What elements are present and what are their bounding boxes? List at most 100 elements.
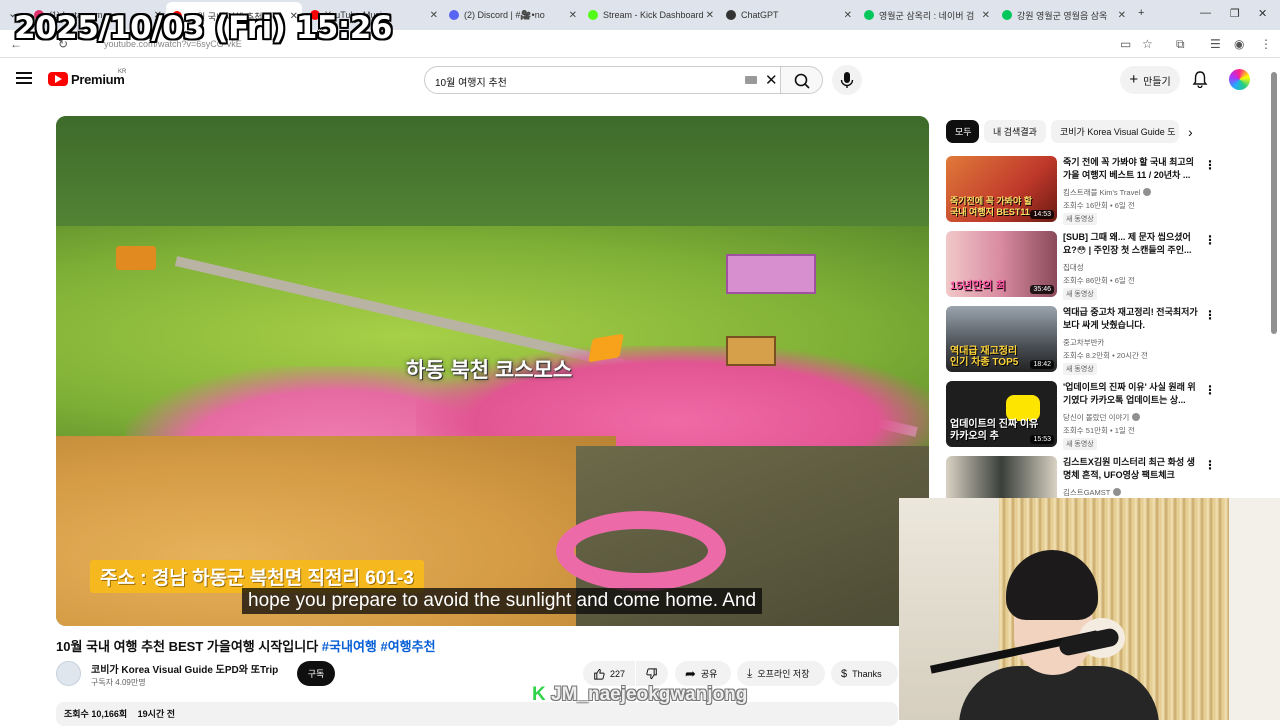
close-icon[interactable]: ✕: [569, 10, 577, 21]
more-options-icon[interactable]: ⋮: [1204, 158, 1216, 172]
video-scene-excavator: [116, 246, 156, 270]
thanks-button[interactable]: $ Thanks: [831, 661, 898, 686]
profile-icon[interactable]: ◉: [1234, 37, 1244, 51]
recommended-channel[interactable]: 김스트GAMST: [1063, 487, 1122, 498]
more-options-icon[interactable]: ⋮: [1204, 308, 1216, 322]
recommended-channel[interactable]: 집대성: [1063, 262, 1084, 273]
close-icon[interactable]: ✕: [1118, 10, 1126, 21]
more-options-icon[interactable]: ⋮: [1204, 233, 1216, 247]
chip-all[interactable]: 모두: [946, 120, 979, 143]
subscriber-count: 구독자 4.09만명: [91, 678, 146, 687]
account-avatar[interactable]: [1229, 69, 1250, 90]
download-button[interactable]: ⤓ 오프라인 저장: [737, 661, 825, 686]
video-scene-building: [726, 254, 816, 294]
search-query[interactable]: 10월 여행지 추천: [435, 74, 507, 89]
cast-icon[interactable]: ▭: [1120, 37, 1131, 51]
video-thumbnail[interactable]: 역대급 재고정리 인기 차종 TOP5 18:42: [946, 306, 1057, 372]
recommended-title[interactable]: 죽기 전에 꼭 가봐야 할 국내 최고의 가을 여행지 베스트 11 / 20년…: [1063, 156, 1201, 182]
channel-avatar[interactable]: [56, 661, 81, 686]
close-icon[interactable]: ✕: [844, 10, 852, 21]
country-code: KR: [118, 69, 127, 75]
subscribe-button[interactable]: 구독: [297, 661, 335, 686]
video-thumbnail[interactable]: 15년만의 최 35:46: [946, 231, 1057, 297]
close-icon[interactable]: ✕: [430, 10, 438, 21]
kakao-logo-icon: [1006, 395, 1040, 421]
recommended-title[interactable]: [SUB] 그때 왜... 제 문자 씹으셨어요?😳 | 주인장 첫 스캔들의 …: [1063, 231, 1201, 257]
chip-my-searches[interactable]: 내 검색결과: [984, 120, 1046, 143]
share-label: 공유: [700, 669, 718, 679]
reading-list-icon[interactable]: ☰: [1210, 37, 1221, 51]
tab-naver-1[interactable]: 영월군 삼옥리 : 네이버 검 ✕: [858, 4, 994, 26]
tab-chatgpt[interactable]: ChatGPT ✕: [720, 4, 856, 26]
recommended-title[interactable]: 역대급 중고차 재고정리! 전국최저가보다 싸게 낫췄습니다.: [1063, 306, 1201, 332]
window-close-icon[interactable]: ✕: [1258, 7, 1267, 20]
menu-icon[interactable]: [16, 72, 32, 87]
recommended-video[interactable]: 업데이트의 진짜 이유 카카오의 추 15:53 '업데이트의 진짜 이유' 사…: [946, 381, 1272, 450]
tab-kick[interactable]: Stream - Kick Dashboard ✕: [582, 4, 718, 26]
verified-icon: [1113, 488, 1122, 496]
minimize-icon[interactable]: —: [1200, 7, 1211, 19]
more-options-icon[interactable]: ⋮: [1204, 383, 1216, 397]
video-player[interactable]: 하동 북천 코스모스 주소 : 경남 하동군 북천면 직전리 601-3 hop…: [56, 116, 929, 626]
thanks-label: Thanks: [852, 668, 882, 679]
video-thumbnail[interactable]: [946, 456, 1057, 498]
clear-search-icon[interactable]: ✕: [765, 71, 778, 89]
close-icon[interactable]: ✕: [706, 10, 714, 21]
new-video-badge: 새 동영상: [1063, 213, 1097, 225]
recommended-video[interactable]: 김스트X김원 미스터리 최근 화성 생명체 흔적, UFO영상 팩트체크 김스트…: [946, 456, 1272, 498]
keyboard-icon[interactable]: [745, 76, 757, 84]
video-thumbnail[interactable]: 죽기전에 꼭 가봐야 할 국내 여행지 BEST11 14:53: [946, 156, 1057, 222]
recommended-meta: 조회수 16만회 • 6일 전: [1063, 201, 1135, 210]
stream-timestamp-overlay: 2025/10/03 (Fri) 15:26: [14, 10, 392, 46]
bookmark-star-icon[interactable]: ☆: [1142, 37, 1153, 51]
close-icon[interactable]: ✕: [982, 10, 990, 21]
more-options-icon[interactable]: ⋮: [1204, 458, 1216, 472]
download-icon: ⤓: [747, 666, 753, 680]
video-place-caption: 하동 북천 코스모스: [406, 359, 573, 382]
chip-channel[interactable]: 코비가 Korea Visual Guide 도: [1051, 120, 1179, 143]
video-thumbnail[interactable]: 업데이트의 진짜 이유 카카오의 추 15:53: [946, 381, 1057, 447]
recommended-channel[interactable]: 중고차부반카: [1063, 337, 1104, 348]
browser-menu-icon[interactable]: ⋮: [1260, 37, 1272, 51]
video-hashtags[interactable]: #국내여행 #여행추천: [322, 639, 436, 654]
video-duration: 35:46: [1030, 285, 1054, 294]
create-label: 만들기: [1143, 76, 1171, 88]
tab-label: 영월군 삼옥리 : 네이버 검: [879, 10, 975, 21]
channel-name[interactable]: 코비가 Korea Visual Guide 도PD와 또Trip: [91, 661, 278, 676]
youtube-logo-icon[interactable]: [48, 72, 68, 86]
restore-icon[interactable]: ❐: [1230, 7, 1240, 20]
new-tab-icon[interactable]: +: [1138, 7, 1144, 19]
notifications-bell-icon[interactable]: [1192, 70, 1208, 92]
create-button[interactable]: + 만들기: [1120, 66, 1180, 94]
thumbnail-text: 역대급 재고정리 인기 차종 TOP5: [950, 346, 1019, 368]
recommended-title[interactable]: 김스트X김원 미스터리 최근 화성 생명체 흔적, UFO영상 팩트체크: [1063, 456, 1201, 482]
page-scrollbar[interactable]: [1271, 72, 1277, 334]
download-label: 오프라인 저장: [757, 669, 810, 679]
kick-logo: K: [532, 684, 546, 705]
description-box[interactable]: 조회수 10,166회 19시간 전: [56, 702, 898, 726]
recommended-video[interactable]: 15년만의 최 35:46 [SUB] 그때 왜... 제 문자 씹으셨어요?😳…: [946, 231, 1272, 300]
extensions-icon[interactable]: ⧉: [1176, 37, 1185, 52]
thumbs-up-icon: [594, 668, 605, 680]
recommended-channel[interactable]: 킴스트래블 Kim's Travel: [1063, 187, 1152, 198]
view-count: 조회수 10,166회: [64, 709, 128, 719]
voice-search-button[interactable]: [832, 65, 862, 95]
like-button[interactable]: 227: [583, 661, 635, 686]
premium-brand[interactable]: Premium: [71, 72, 125, 87]
search-input[interactable]: 10월 여행지 추천 ✕: [424, 66, 786, 94]
recommended-title[interactable]: '업데이트의 진짜 이유' 사실 원래 위기였다 카카오톡 업데이트는 상...: [1063, 381, 1201, 407]
thumbnail-text: 죽기전에 꼭 가봐야 할 국내 여행지 BEST11: [950, 196, 1033, 217]
recommended-video[interactable]: 역대급 재고정리 인기 차종 TOP5 18:42 역대급 중고차 재고정리! …: [946, 306, 1272, 375]
streamer-name: JM_naejeokgwanjong: [551, 684, 748, 705]
recommended-video[interactable]: 죽기전에 꼭 가봐야 할 국내 여행지 BEST11 14:53 죽기 전에 꼭…: [946, 156, 1272, 225]
recommended-channel[interactable]: 당신이 몰랐던 이야기: [1063, 412, 1141, 423]
share-button[interactable]: ➦ 공유: [675, 661, 731, 686]
share-icon: ➦: [685, 665, 696, 681]
tab-naver-2[interactable]: 강원 영월군 영월읍 삼옥 ✕: [996, 4, 1130, 26]
dislike-button[interactable]: [636, 661, 668, 686]
search-button[interactable]: [780, 66, 823, 94]
tab-label: Stream - Kick Dashboard: [603, 10, 704, 20]
streamer-webcam: [899, 498, 1280, 720]
tab-discord[interactable]: (2) Discord | #🎥•no ✕: [443, 4, 581, 26]
chevron-right-icon[interactable]: ›: [1188, 124, 1193, 140]
